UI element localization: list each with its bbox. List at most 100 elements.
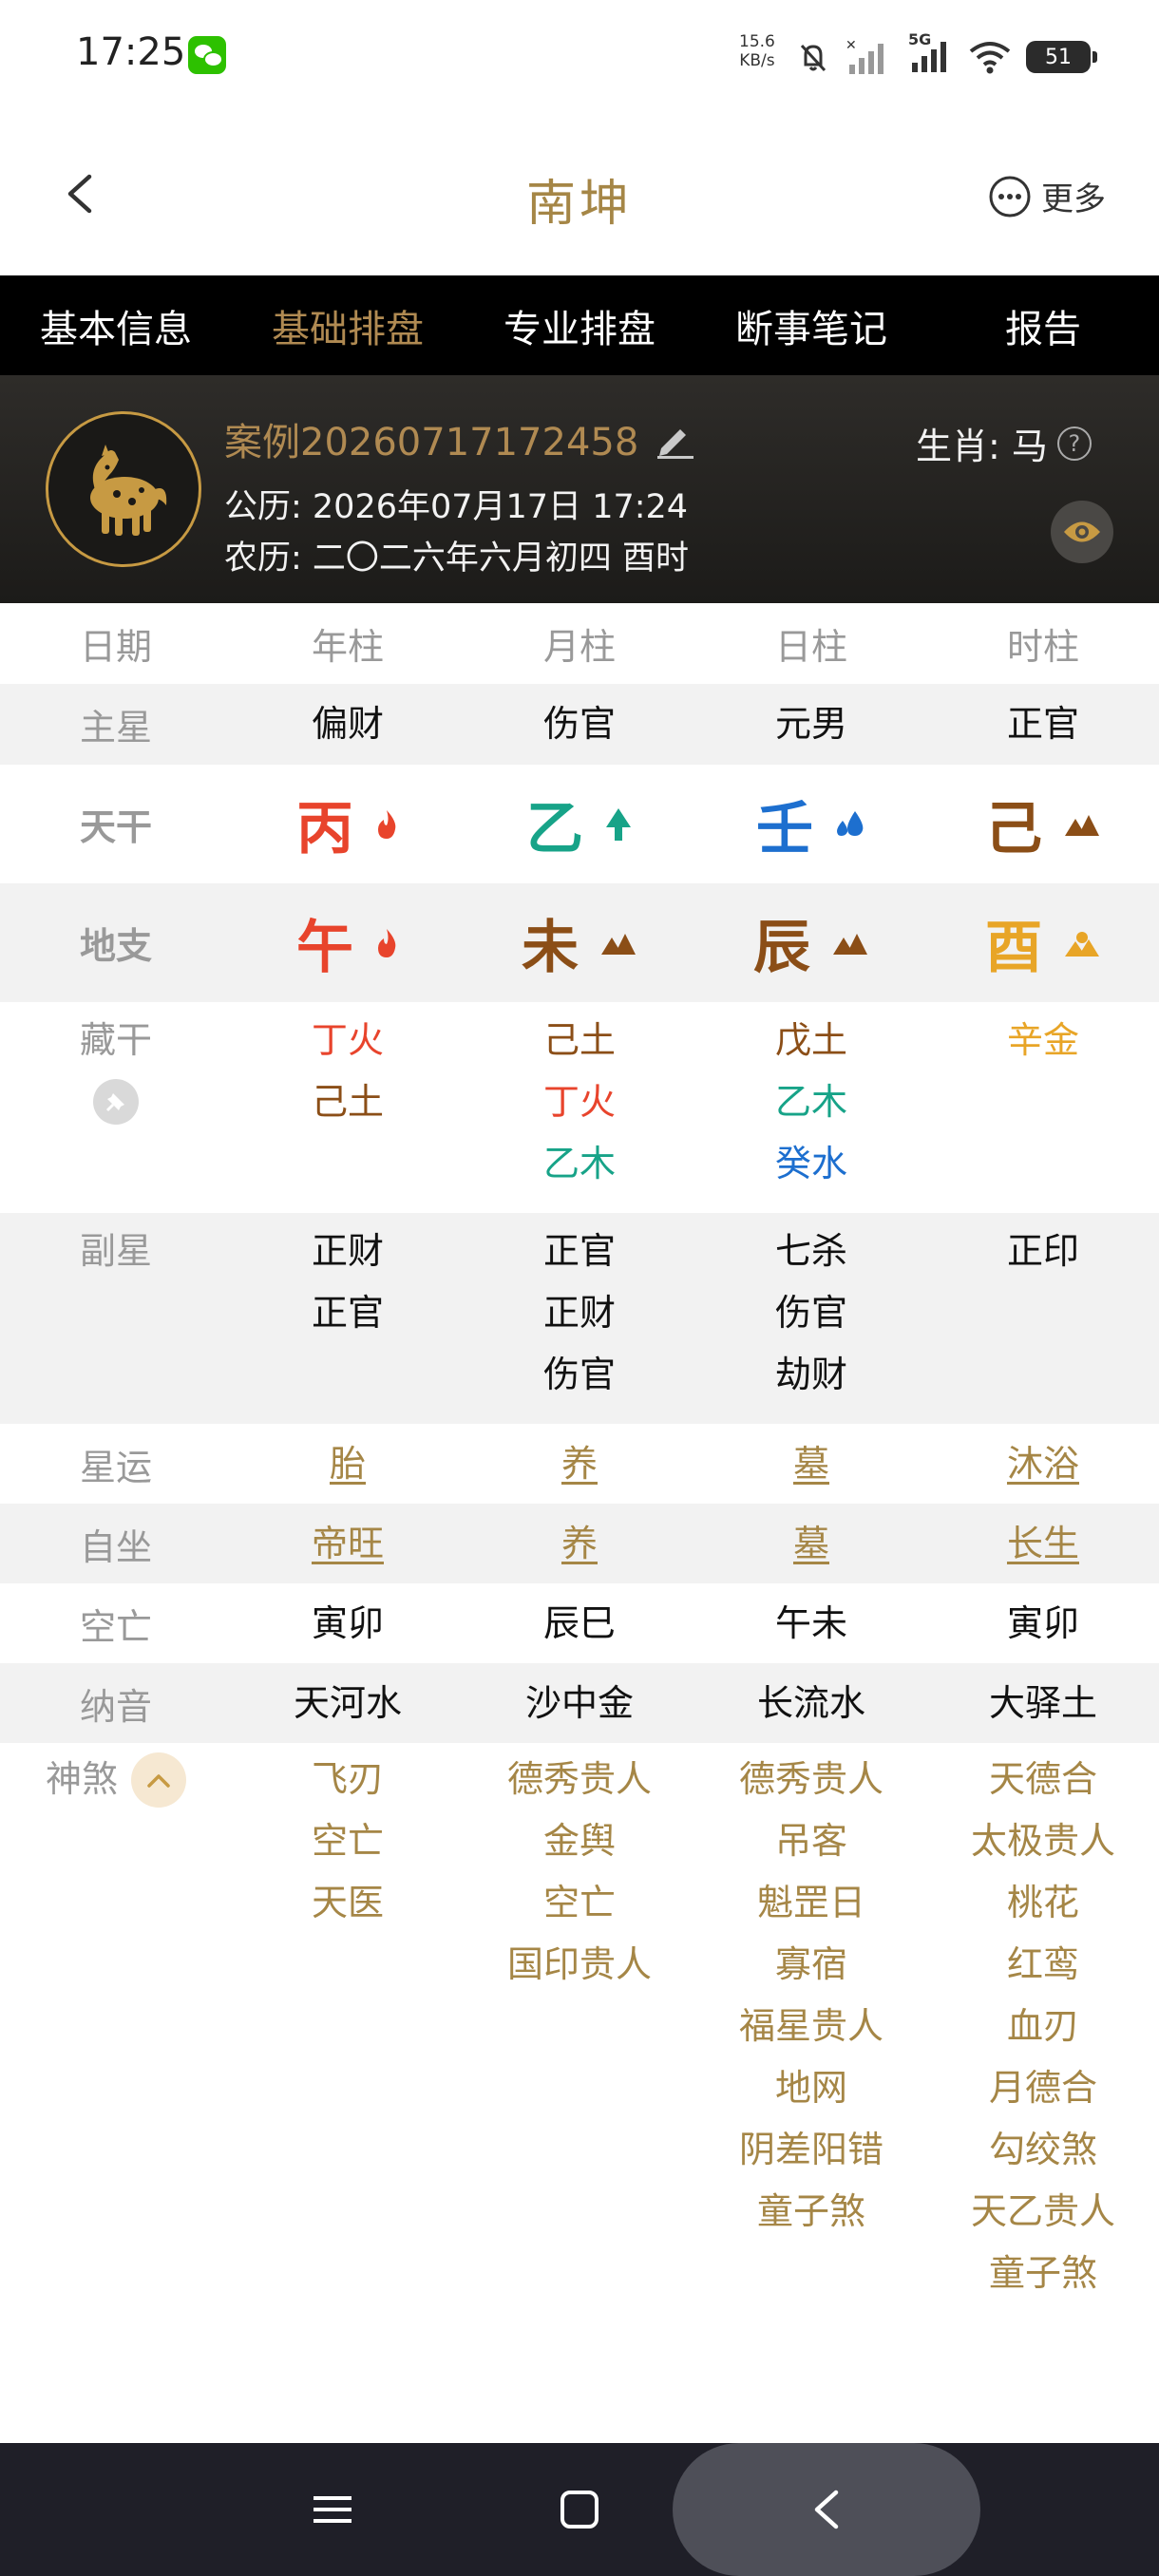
sub-star: 正财 xyxy=(542,1292,616,1334)
shensha-item[interactable]: 魁罡日 xyxy=(757,1872,865,1934)
status-bar: 17:25 15.6 KB/s ✕ 5G 51 xyxy=(0,0,1159,114)
shensha-item[interactable]: 金舆 xyxy=(543,1810,616,1872)
metal-element-icon xyxy=(1065,931,1099,957)
star-fortune-link[interactable]: 胎 xyxy=(232,1433,464,1495)
shensha-item[interactable]: 空亡 xyxy=(312,1810,384,1872)
shensha-item[interactable]: 德秀贵人 xyxy=(507,1749,652,1810)
branch-cell[interactable]: 辰 xyxy=(695,901,927,984)
shensha-item[interactable]: 红鸾 xyxy=(1007,1934,1079,1996)
case-name: 案例20260717172458 xyxy=(224,421,639,464)
shensha-item[interactable]: 寡宿 xyxy=(775,1934,847,1996)
row-label: 天干 xyxy=(79,806,152,848)
shensha-item[interactable]: 天德合 xyxy=(989,1749,1097,1810)
hidden-stem: 丁火 xyxy=(542,1081,616,1123)
branch-cell[interactable]: 未 xyxy=(464,901,695,984)
shensha-item[interactable]: 童子煞 xyxy=(989,2243,1097,2304)
page-title: 南坤 xyxy=(525,176,633,233)
tab-basic-info[interactable]: 基本信息 xyxy=(0,275,232,375)
self-sitting-link[interactable]: 帝旺 xyxy=(232,1513,464,1575)
tab-pro-chart[interactable]: 专业排盘 xyxy=(464,275,695,375)
lunar-date: 农历: 二〇二六年六月初四 酉时 xyxy=(224,540,690,578)
network-speed-value: 15.6 xyxy=(739,32,775,51)
hidden-stem: 癸水 xyxy=(774,1143,847,1184)
shensha-label-cell: 神煞 xyxy=(0,1749,232,2304)
star-fortune-link[interactable]: 沐浴 xyxy=(927,1433,1159,1495)
column-header: 月柱 xyxy=(542,626,616,668)
edit-pencil-icon[interactable] xyxy=(654,418,695,460)
row-label: 纳音 xyxy=(79,1685,152,1728)
stem-cell[interactable]: 乙 xyxy=(464,783,695,865)
shensha-item[interactable]: 飞刃 xyxy=(312,1749,384,1810)
stem-cell[interactable]: 壬 xyxy=(695,783,927,865)
nayin-cell: 天河水 xyxy=(293,1681,402,1724)
menu-button[interactable] xyxy=(304,2481,361,2538)
shensha-item[interactable]: 太极贵人 xyxy=(971,1810,1115,1872)
sub-star: 七杀 xyxy=(774,1230,847,1272)
shensha-item[interactable]: 福星贵人 xyxy=(739,1996,884,2057)
branch-cell[interactable]: 酉 xyxy=(927,901,1159,984)
shensha-item[interactable]: 德秀贵人 xyxy=(739,1749,884,1810)
hidden-stems-cell: 辛金 xyxy=(927,1010,1159,1213)
help-icon[interactable]: ? xyxy=(1056,426,1092,461)
hidden-stem: 戊土 xyxy=(774,1019,847,1061)
star-fortune-link[interactable]: 养 xyxy=(464,1433,695,1495)
more-button[interactable]: 更多 xyxy=(988,173,1106,219)
row-label: 星运 xyxy=(79,1446,152,1488)
hidden-stem: 乙木 xyxy=(774,1081,847,1123)
shensha-item[interactable]: 空亡 xyxy=(543,1872,616,1934)
self-sitting-link[interactable]: 长生 xyxy=(927,1513,1159,1575)
shensha-item[interactable]: 天医 xyxy=(312,1872,384,1934)
network-speed: 15.6 KB/s xyxy=(739,32,775,70)
hidden-stems-cell: 丁火 己土 xyxy=(232,1010,464,1213)
main-star-row: 主星 偏财 伤官 元男 正官 xyxy=(0,684,1159,765)
shensha-item[interactable]: 天乙贵人 xyxy=(971,2181,1115,2243)
visibility-toggle-button[interactable] xyxy=(1051,501,1113,563)
void-cell: 寅卯 xyxy=(1006,1601,1079,1644)
shensha-item[interactable]: 阴差阳错 xyxy=(739,2119,884,2181)
star-fortune-link[interactable]: 墓 xyxy=(695,1433,927,1495)
more-dots-icon xyxy=(989,176,1031,217)
main-star-cell: 偏财 xyxy=(311,703,384,745)
hidden-stems-row: 藏干 丁火 己土 己土 丁火 乙木 戊土 乙木 癸水 辛金 xyxy=(0,1002,1159,1213)
back-chevron-icon xyxy=(814,2490,839,2529)
svg-text:✕: ✕ xyxy=(846,38,857,53)
self-sitting-link[interactable]: 墓 xyxy=(695,1513,927,1575)
zodiac-horse-avatar xyxy=(46,411,201,567)
tab-report[interactable]: 报告 xyxy=(927,275,1159,375)
shensha-item[interactable]: 吊客 xyxy=(775,1810,847,1872)
shensha-item[interactable]: 地网 xyxy=(775,2057,847,2119)
tab-notes[interactable]: 断事笔记 xyxy=(695,275,927,375)
hidden-stems-cell: 戊土 乙木 癸水 xyxy=(695,1010,927,1213)
hidden-stem: 乙木 xyxy=(542,1143,616,1184)
stem-char: 丙 xyxy=(296,796,353,862)
home-button[interactable] xyxy=(551,2481,608,2538)
main-star-cell: 元男 xyxy=(774,703,847,745)
collapse-toggle-button[interactable] xyxy=(131,1752,186,1808)
pin-icon[interactable] xyxy=(93,1079,139,1125)
back-button[interactable] xyxy=(798,2481,855,2538)
shensha-item[interactable]: 童子煞 xyxy=(757,2181,865,2243)
row-label: 空亡 xyxy=(79,1605,152,1648)
stem-cell[interactable]: 己 xyxy=(927,783,1159,865)
hidden-stem: 己土 xyxy=(542,1019,616,1061)
branch-char: 午 xyxy=(296,915,353,981)
earth-element-icon xyxy=(601,933,636,955)
shensha-item[interactable]: 国印贵人 xyxy=(507,1934,652,1996)
sub-star-cell: 正印 xyxy=(927,1221,1159,1424)
chevron-up-icon xyxy=(147,1774,170,1788)
sub-star-cell: 七杀 伤官 劫财 xyxy=(695,1221,927,1424)
sub-star: 正财 xyxy=(311,1230,384,1272)
tab-basic-chart[interactable]: 基础排盘 xyxy=(232,275,464,375)
earth-element-icon xyxy=(833,933,867,955)
shensha-row: 神煞 飞刃 空亡 天医 德秀贵人 金舆 空亡 国印贵人 德秀贵人 吊客 魁罡日 … xyxy=(0,1743,1159,2304)
shensha-item[interactable]: 月德合 xyxy=(989,2057,1097,2119)
sub-star: 劫财 xyxy=(774,1354,847,1395)
sub-star-label-cell: 副星 xyxy=(0,1221,232,1424)
shensha-item[interactable]: 桃花 xyxy=(1007,1872,1079,1934)
earthly-branch-row: 地支 午 未 辰 酉 xyxy=(0,883,1159,1002)
shensha-item[interactable]: 勾绞煞 xyxy=(989,2119,1097,2181)
shensha-item[interactable]: 血刃 xyxy=(1007,1996,1079,2057)
branch-cell[interactable]: 午 xyxy=(232,901,464,984)
stem-cell[interactable]: 丙 xyxy=(232,783,464,865)
self-sitting-link[interactable]: 养 xyxy=(464,1513,695,1575)
